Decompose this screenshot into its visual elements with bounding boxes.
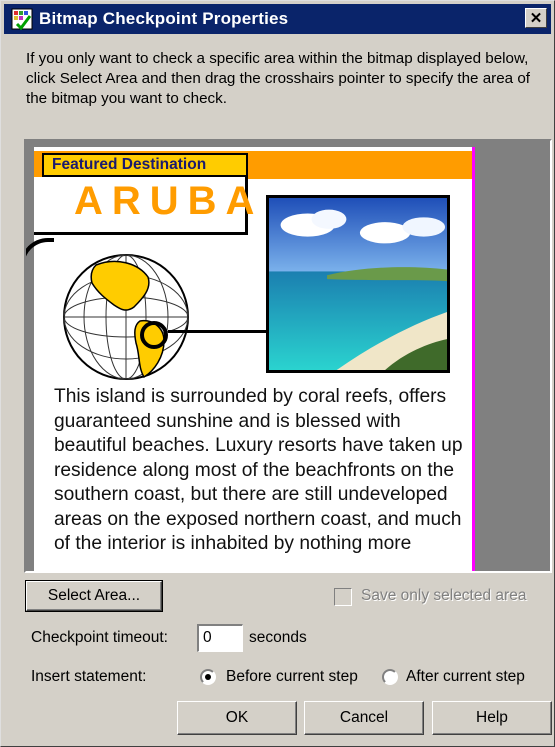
timeout-units-label: seconds (249, 629, 307, 646)
beach-photo (266, 195, 450, 373)
checkpoint-timeout-label: Checkpoint timeout: (31, 629, 168, 646)
featured-destination-label: Featured Destination (42, 153, 248, 177)
after-current-step-label[interactable]: After current step (406, 668, 525, 686)
bitmap-canvas: Featured Destination ARUBA This island i… (26, 147, 475, 571)
bitmap-preview-frame: Featured Destination ARUBA This island i… (24, 139, 552, 573)
help-button[interactable]: Help (432, 701, 552, 735)
decorative-curve (26, 238, 54, 571)
locator-line (168, 330, 268, 333)
bitmap-preview[interactable]: Featured Destination ARUBA This island i… (26, 141, 526, 571)
insert-statement-label: Insert statement: (31, 668, 147, 685)
island-description: This island is surrounded by coral reefs… (54, 386, 463, 554)
save-only-selected-checkbox[interactable] (334, 588, 352, 606)
ok-button[interactable]: OK (177, 701, 297, 735)
globe-icon (63, 254, 189, 380)
checkpoint-timeout-input[interactable]: 0 (197, 624, 243, 652)
title-bar[interactable]: Bitmap Checkpoint Properties ✕ (4, 4, 551, 34)
instructions-text: If you only want to check a specific are… (26, 50, 530, 107)
radio-before-current-step[interactable] (200, 669, 216, 685)
select-area-button[interactable]: Select Area... (25, 580, 163, 612)
bitmap-checkpoint-dialog: Bitmap Checkpoint Properties ✕ If you on… (0, 0, 555, 747)
magenta-border-line (472, 147, 475, 571)
window-title: Bitmap Checkpoint Properties (39, 9, 289, 28)
destination-title: ARUBA (74, 179, 264, 223)
cancel-button[interactable]: Cancel (304, 701, 424, 735)
before-current-step-label[interactable]: Before current step (226, 668, 358, 686)
close-button[interactable]: ✕ (525, 8, 547, 28)
radio-selected-dot (205, 674, 211, 680)
bitmap-checkpoint-icon (11, 8, 33, 30)
save-only-selected-label: Save only selected area (361, 587, 527, 604)
radio-after-current-step[interactable] (382, 669, 398, 685)
close-icon: ✕ (529, 9, 543, 27)
